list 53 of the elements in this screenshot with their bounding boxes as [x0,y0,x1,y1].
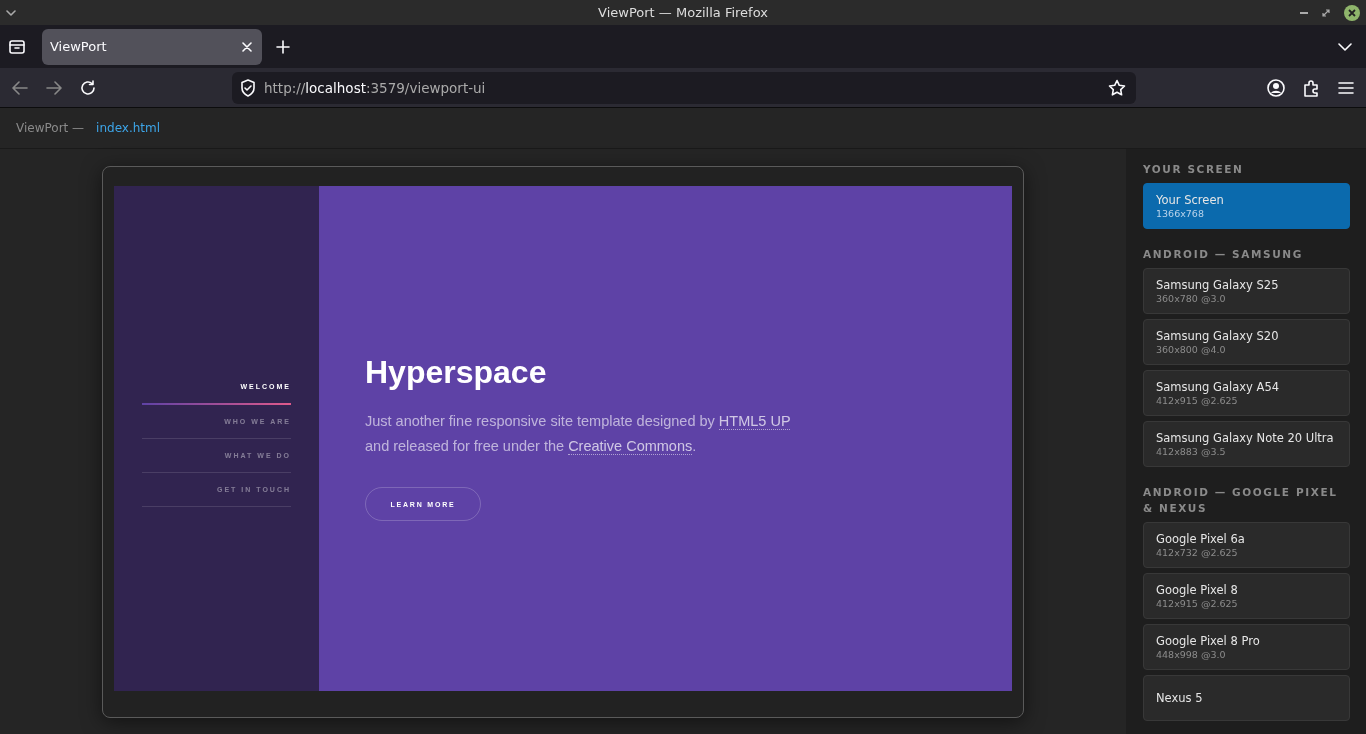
device-card[interactable]: Google Pixel 6a 412x732 @2.625 [1143,522,1350,568]
device-card[interactable]: Samsung Galaxy Note 20 Ultra 412x883 @3.5 [1143,421,1350,467]
file-link[interactable]: index.html [96,121,161,135]
device-name: Samsung Galaxy Note 20 Ultra [1156,430,1335,446]
device-name: Samsung Galaxy S25 [1156,277,1280,293]
device-spec: 360x780 @3.0 [1156,293,1227,305]
star-icon[interactable] [1108,78,1126,97]
device-card[interactable]: Google Pixel 8 Pro 448x998 @3.0 [1143,624,1350,670]
device-card[interactable]: Your Screen 1366x768 [1143,183,1350,229]
url-text: http://localhost:3579/viewport-ui [264,79,487,96]
device-name: Samsung Galaxy A54 [1156,379,1281,395]
device-name: Google Pixel 8 [1156,582,1239,598]
device-card[interactable]: Samsung Galaxy S25 360x780 @3.0 [1143,268,1350,314]
close-icon[interactable] [1344,4,1360,21]
restore-icon[interactable] [1322,8,1330,17]
device-spec: 412x732 @2.625 [1156,547,1239,559]
device-spec: 448x998 @3.0 [1156,649,1227,661]
device-spec: 360x800 @4.0 [1156,344,1227,356]
section-heading: ANDROID — GOOGLE PIXEL & NEXUS [1143,485,1339,516]
device-name: Samsung Galaxy S20 [1156,328,1280,344]
device-name: Nexus 5 [1156,690,1204,706]
device-name: Your Screen [1156,192,1225,208]
device-spec: 412x915 @2.625 [1156,598,1239,610]
forward-icon[interactable] [46,80,62,95]
browser-tab[interactable]: ViewPort [42,28,262,65]
device-name: Google Pixel 8 Pro [1156,633,1261,649]
hero-heading: Hyperspace [365,354,548,391]
new-tab-icon[interactable] [276,39,290,54]
device-name: Google Pixel 6a [1156,531,1246,547]
shield-icon[interactable] [240,78,256,97]
breadcrumb-app: ViewPort — [16,121,85,135]
device-spec: 412x883 @3.5 [1156,446,1227,458]
device-card[interactable]: Samsung Galaxy A54 412x915 @2.625 [1143,370,1350,416]
account-icon[interactable] [1267,78,1285,97]
menu-icon[interactable] [1338,80,1354,95]
puzzle-icon[interactable] [1303,78,1320,97]
section-heading: ANDROID — SAMSUNG [1143,247,1304,262]
close-icon[interactable] [242,41,252,52]
section-heading: YOUR SCREEN [1143,162,1245,177]
chevron-down-icon[interactable] [6,9,16,16]
address-field[interactable]: http://localhost:3579/viewport-ui [232,71,1136,104]
back-icon[interactable] [12,80,28,95]
device-spec: 412x915 @2.625 [1156,395,1239,407]
tab-tray-icon[interactable] [8,38,26,55]
hero-description: Just another fine responsive site template designed by HTML5 UP and released for free under the Creative Commons. [365,412,792,457]
device-card[interactable]: Google Pixel 8 412x915 @2.625 [1143,573,1350,619]
reload-icon[interactable] [80,79,96,96]
device-card[interactable]: Nexus 5 [1143,675,1350,721]
window-title: ViewPort — Mozilla Firefox [597,5,769,20]
device-spec: 1366x768 [1156,208,1205,220]
device-card[interactable]: Samsung Galaxy S20 360x800 @4.0 [1143,319,1350,365]
text-link[interactable]: HTML5 UP [718,413,791,430]
minimize-icon[interactable] [1300,11,1308,14]
